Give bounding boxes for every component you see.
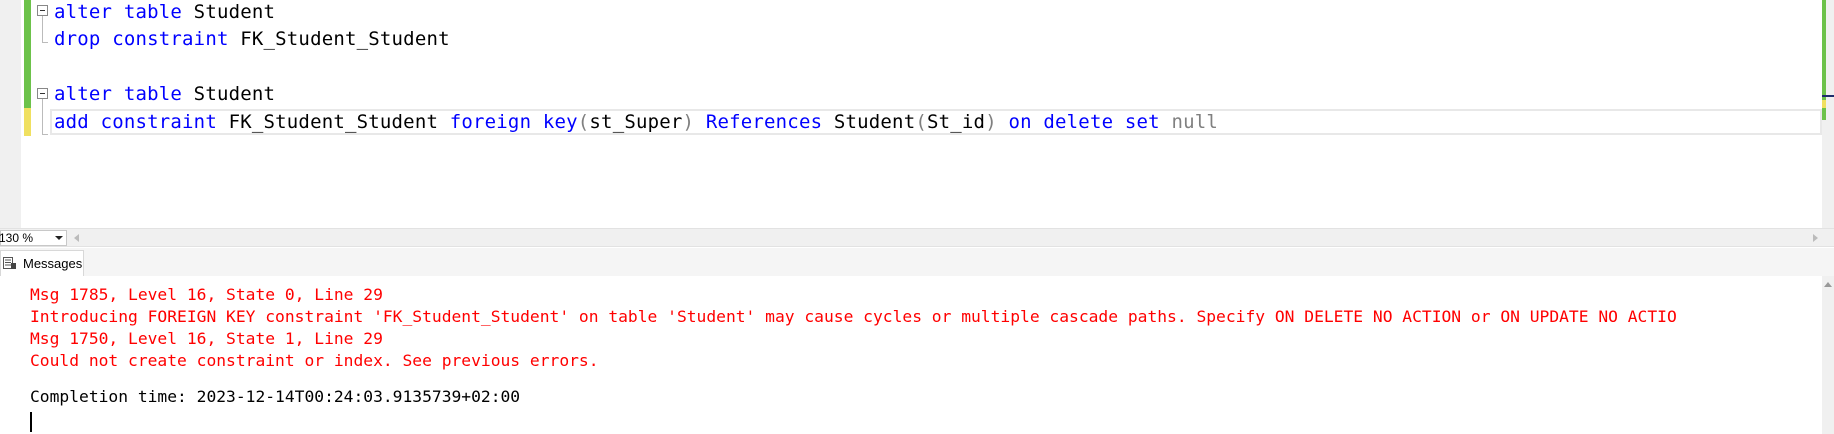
sql-operator: ) <box>682 111 695 133</box>
results-tab-strip: Messages <box>0 248 1834 276</box>
sql-keyword: key <box>542 111 578 133</box>
zoom-level-value: 130 % <box>0 231 34 245</box>
editor-vertical-scrollbar[interactable] <box>1822 0 1834 228</box>
sql-identifier: FK_Student_Student <box>228 28 450 50</box>
message-line: Introducing FOREIGN KEY constraint 'FK_S… <box>30 307 1677 326</box>
sql-keyword: alter <box>54 1 113 23</box>
query-editor[interactable]: alter table Student drop constraint FK_St… <box>0 0 1834 228</box>
code-line[interactable]: alter table Student <box>54 0 275 26</box>
message-line: Could not create constraint or index. Se… <box>30 351 599 370</box>
fold-end-2 <box>42 134 48 135</box>
sql-keyword: table <box>123 83 183 105</box>
sql-operator: ( <box>577 111 590 133</box>
messages-icon <box>3 257 16 269</box>
fold-line-2 <box>42 99 43 134</box>
tab-messages[interactable]: Messages <box>0 250 84 276</box>
chevron-down-icon[interactable] <box>55 236 63 240</box>
sql-identifier <box>1032 111 1044 133</box>
sql-identifier <box>531 111 543 133</box>
collapse-block-1-icon[interactable] <box>37 5 48 16</box>
sql-identifier <box>112 1 124 23</box>
sql-keyword: set <box>1124 111 1160 133</box>
editor-left-gutter <box>0 0 21 228</box>
text-caret <box>30 412 32 432</box>
sql-identifier: Student <box>182 83 276 105</box>
unsaved-change-bar <box>24 108 31 136</box>
sql-identifier: Student <box>182 1 276 23</box>
sql-keyword: constraint <box>100 111 217 133</box>
sql-identifier <box>1113 111 1125 133</box>
scroll-right-arrow-icon[interactable] <box>1813 234 1818 242</box>
sql-operator: ( <box>915 111 927 133</box>
sql-identifier: FK_Student_Student <box>216 111 450 133</box>
sql-identifier <box>89 111 101 133</box>
scroll-up-arrow-icon[interactable] <box>1824 282 1832 287</box>
sql-keyword: table <box>123 1 183 23</box>
zoom-level-select[interactable]: 130 % <box>0 230 67 246</box>
scroll-left-arrow-icon[interactable] <box>74 234 79 242</box>
message-line: Completion time: 2023-12-14T00:24:03.913… <box>30 387 521 406</box>
collapse-block-2-icon[interactable] <box>37 88 48 99</box>
code-line[interactable]: drop constraint FK_Student_Student <box>54 25 450 53</box>
sql-identifier <box>997 111 1009 133</box>
scrollbar-caret-marker <box>1822 95 1834 97</box>
sql-keyword: References <box>705 111 823 133</box>
sql-keyword: drop <box>54 28 101 50</box>
sql-operator: ) <box>985 111 997 133</box>
message-line: Msg 1785, Level 16, State 0, Line 29 <box>30 285 383 304</box>
code-line[interactable]: add constraint FK_Student_Student foreig… <box>54 108 1218 136</box>
sql-operator: null <box>1171 111 1218 133</box>
code-line[interactable]: alter table Student <box>54 80 275 108</box>
tab-messages-label: Messages <box>23 256 83 271</box>
saved-change-bar <box>24 0 31 108</box>
messages-pane[interactable]: Msg 1785, Level 16, State 0, Line 29 Int… <box>0 276 1834 434</box>
editor-horizontal-scrollbar[interactable]: 130 % <box>0 228 1834 247</box>
sql-keyword: constraint <box>112 28 229 50</box>
scrollbar-unsaved-marker <box>1822 100 1826 108</box>
fold-end-1 <box>42 42 48 43</box>
sql-identifier: st_Super <box>589 111 683 133</box>
sql-keyword: delete <box>1043 111 1114 133</box>
sql-identifier <box>694 111 706 133</box>
message-line: Msg 1750, Level 16, State 1, Line 29 <box>30 329 383 348</box>
sql-identifier <box>1160 111 1172 133</box>
sql-identifier <box>101 28 113 50</box>
sql-identifier: Student <box>822 111 916 133</box>
sql-keyword: add <box>54 111 89 133</box>
sql-keyword: alter <box>54 83 113 105</box>
sql-identifier: St_id <box>926 111 986 133</box>
sql-identifier <box>112 83 124 105</box>
fold-line-1 <box>42 16 43 42</box>
messages-vertical-scrollbar[interactable] <box>1822 276 1834 434</box>
sql-keyword: on <box>1008 111 1032 133</box>
sql-keyword: foreign <box>449 111 532 133</box>
